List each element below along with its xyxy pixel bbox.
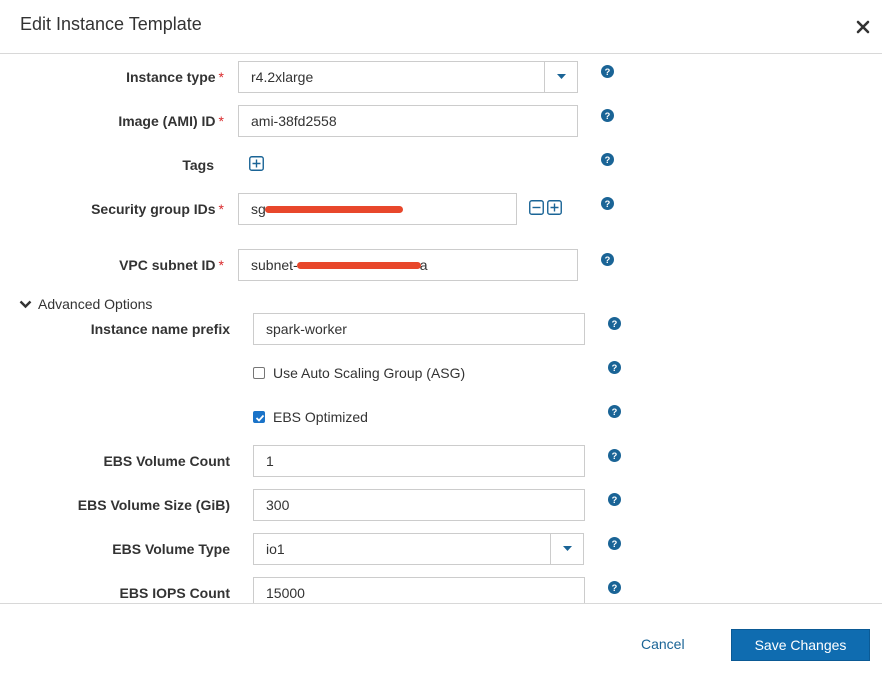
help-icon[interactable]: ? <box>608 493 621 506</box>
svg-text:?: ? <box>612 539 618 549</box>
modal-footer: Cancel Save Changes <box>0 603 882 682</box>
help-icon[interactable]: ? <box>601 253 614 266</box>
caret-down-icon <box>563 546 572 551</box>
security-group-label: Security group IDs * <box>91 201 224 217</box>
svg-text:?: ? <box>605 67 611 77</box>
add-tag-plus-icon[interactable] <box>249 156 264 171</box>
svg-text:?: ? <box>612 407 618 417</box>
instance-type-dropdown-toggle[interactable] <box>544 62 577 92</box>
image-id-input[interactable]: ami-38fd2558 <box>238 105 578 137</box>
help-icon[interactable]: ? <box>601 65 614 78</box>
instance-type-select[interactable]: r4.2xlarge <box>238 61 578 93</box>
plus-square-icon[interactable] <box>547 200 562 215</box>
required-marker: * <box>218 69 224 85</box>
tags-label: Tags <box>182 157 214 173</box>
use-asg-checkbox[interactable] <box>253 367 265 379</box>
ebs-volume-count-input[interactable]: 1 <box>253 445 585 477</box>
svg-text:?: ? <box>612 451 618 461</box>
checkmark-icon <box>255 414 265 422</box>
help-icon[interactable]: ? <box>608 317 621 330</box>
redaction-mark <box>297 262 421 269</box>
svg-text:?: ? <box>612 363 618 373</box>
help-icon[interactable]: ? <box>608 405 621 418</box>
vpc-subnet-label: VPC subnet ID * <box>119 257 224 273</box>
ebs-iops-count-label: EBS IOPS Count <box>119 585 230 601</box>
ebs-volume-size-input[interactable]: 300 <box>253 489 585 521</box>
ebs-volume-type-value: io1 <box>266 541 285 557</box>
help-icon[interactable]: ? <box>608 537 621 550</box>
redaction-mark <box>265 206 403 213</box>
instance-type-value: r4.2xlarge <box>251 69 314 85</box>
help-icon[interactable]: ? <box>601 109 614 122</box>
minus-square-icon[interactable] <box>529 200 544 215</box>
modal-title: Edit Instance Template <box>20 14 202 34</box>
ebs-iops-count-input[interactable]: 15000 <box>253 577 585 603</box>
svg-text:?: ? <box>612 495 618 505</box>
instance-name-prefix-label: Instance name prefix <box>90 321 230 337</box>
help-icon[interactable]: ? <box>601 153 614 166</box>
help-icon[interactable]: ? <box>608 361 621 374</box>
ebs-optimized-checkbox[interactable] <box>253 411 265 423</box>
chevron-down-icon <box>19 300 32 308</box>
required-marker: * <box>218 257 224 273</box>
svg-text:?: ? <box>605 111 611 121</box>
advanced-options-label: Advanced Options <box>38 296 153 312</box>
instance-type-label: Instance type * <box>126 69 224 85</box>
vpc-subnet-value-prefix: subnet- <box>251 257 298 273</box>
svg-text:?: ? <box>612 583 618 593</box>
required-marker: * <box>218 201 224 217</box>
advanced-options-toggle[interactable]: Advanced Options <box>19 296 152 312</box>
instance-name-prefix-input[interactable]: spark-worker <box>253 313 585 345</box>
ebs-optimized-label[interactable]: EBS Optimized <box>273 409 368 425</box>
caret-down-icon <box>557 74 566 79</box>
ebs-volume-count-label: EBS Volume Count <box>103 453 230 469</box>
svg-text:?: ? <box>605 155 611 165</box>
ebs-volume-type-dropdown-toggle[interactable] <box>550 534 583 564</box>
required-marker: * <box>218 113 224 129</box>
svg-text:?: ? <box>605 255 611 265</box>
help-icon[interactable]: ? <box>601 197 614 210</box>
use-asg-label[interactable]: Use Auto Scaling Group (ASG) <box>273 365 465 381</box>
cancel-button[interactable]: Cancel <box>641 636 685 652</box>
svg-text:?: ? <box>605 199 611 209</box>
help-icon[interactable]: ? <box>608 581 621 594</box>
help-icon[interactable]: ? <box>608 449 621 462</box>
close-icon[interactable] <box>854 18 872 36</box>
modal-body[interactable]: Instance type * r4.2xlarge ? Image (AMI) … <box>0 55 882 603</box>
image-id-label: Image (AMI) ID * <box>118 113 224 129</box>
save-changes-button[interactable]: Save Changes <box>731 629 870 661</box>
ebs-volume-type-select[interactable]: io1 <box>253 533 584 565</box>
svg-text:?: ? <box>612 319 618 329</box>
ebs-volume-type-label: EBS Volume Type <box>112 541 230 557</box>
ebs-volume-size-label: EBS Volume Size (GiB) <box>77 497 230 513</box>
modal-header: Edit Instance Template <box>0 0 882 54</box>
